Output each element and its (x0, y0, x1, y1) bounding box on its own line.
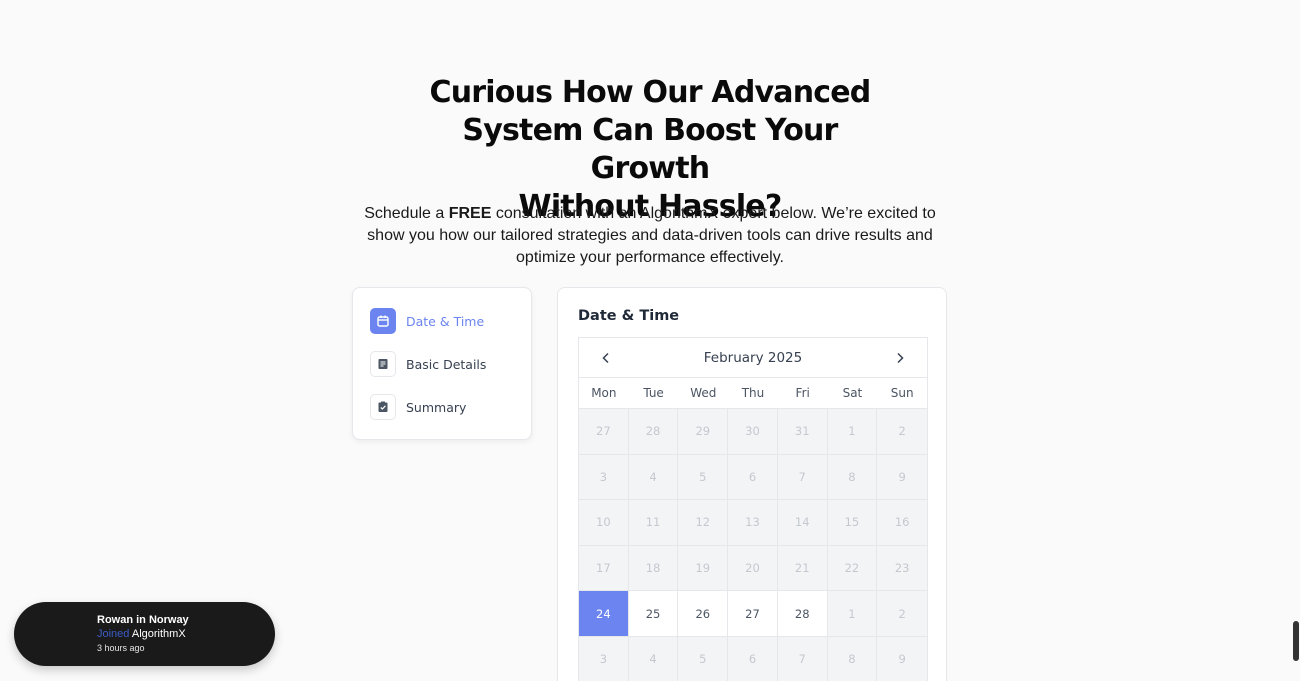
calendar-day: 15 (827, 500, 878, 546)
calendar-day: 31 (777, 409, 828, 455)
calendar-day: 11 (628, 500, 679, 546)
calendar-day: 8 (827, 636, 878, 681)
date-time-panel: Date & Time February 2025 Mon Tue Wed Th… (557, 287, 947, 681)
hero-title-line: System Can Boost Your Growth (462, 113, 838, 186)
calendar-day: 12 (678, 500, 729, 546)
weekday-label: Wed (690, 386, 717, 400)
calendar-day: 30 (728, 409, 778, 455)
calendar-day: 20 (728, 545, 778, 592)
document-icon (370, 351, 396, 377)
calendar-day: 28 (628, 409, 679, 455)
calendar-day: 3 (579, 636, 629, 681)
calendar-day: 2 (877, 409, 927, 455)
toast-name: Rowan in Norway (97, 614, 189, 626)
weekday-label: Fri (795, 386, 810, 400)
hero-title-line: Curious How Our Advanced (429, 75, 872, 110)
weekday-label: Tue (643, 386, 664, 400)
calendar-header: February 2025 (579, 338, 927, 378)
calendar-day: 14 (777, 500, 828, 546)
calendar-day[interactable]: 27 (728, 591, 778, 637)
toast-company: AlgorithmX (131, 628, 186, 640)
calendar-day: 6 (728, 454, 778, 501)
calendar-day: 3 (579, 454, 629, 501)
prev-month-button[interactable] (599, 351, 613, 365)
toast-joined: Joined (97, 628, 130, 640)
calendar-day: 23 (877, 545, 927, 592)
step-basic-details[interactable]: Basic Details (370, 351, 531, 377)
calendar-day: 9 (877, 636, 927, 681)
calendar-day: 1 (827, 591, 878, 637)
toast-time: 3 hours ago (97, 643, 145, 653)
weekday-row: Mon Tue Wed Thu Fri Sat Sun (579, 378, 927, 409)
weekday-label: Mon (591, 386, 617, 400)
panel-title: Date & Time (578, 308, 680, 324)
calendar-day: 16 (877, 500, 927, 546)
calendar-day: 6 (728, 636, 778, 681)
calendar-day: 22 (827, 545, 878, 592)
calendar: February 2025 Mon Tue Wed Thu Fri Sat Su… (578, 337, 928, 681)
calendar-day: 29 (678, 409, 729, 455)
next-month-button[interactable] (893, 351, 907, 365)
calendar-day: 4 (628, 636, 679, 681)
calendar-icon (370, 308, 396, 334)
subtitle-text: Schedule a (364, 205, 449, 222)
calendar-day: 5 (678, 636, 729, 681)
calendar-day: 13 (728, 500, 778, 546)
step-summary[interactable]: Summary (370, 394, 531, 420)
calendar-day: 8 (827, 454, 878, 501)
calendar-day: 18 (628, 545, 679, 592)
calendar-day: 1 (827, 409, 878, 455)
toast-message: Joined AlgorithmX (97, 627, 275, 641)
calendar-day[interactable]: 26 (678, 591, 729, 637)
chevron-left-icon (602, 352, 609, 363)
calendar-day: 21 (777, 545, 828, 592)
calendar-day: 9 (877, 454, 927, 501)
step-date-time[interactable]: Date & Time (370, 308, 531, 334)
scrollbar-thumb[interactable] (1293, 621, 1299, 661)
calendar-day: 19 (678, 545, 729, 592)
step-label: Basic Details (406, 356, 487, 372)
calendar-day: 4 (628, 454, 679, 501)
booking-steps: Date & Time Basic Details Summary (352, 287, 532, 440)
hero-subtitle: Schedule a FREE consultation with an Alg… (345, 203, 955, 269)
calendar-day: 7 (777, 454, 828, 501)
day-grid: 27 28 29 30 31 1 2 3 4 5 6 7 8 9 10 11 12 13 14 15 16 17 18 19 2… (579, 409, 927, 681)
calendar-day: 2 (877, 591, 927, 637)
calendar-day: 10 (579, 500, 629, 546)
social-proof-toast[interactable]: Rowan in Norway Joined AlgorithmX 3 hour… (14, 602, 275, 666)
weekday-label: Thu (741, 386, 765, 400)
month-label: February 2025 (703, 349, 803, 366)
calendar-day-selected[interactable]: 24 (579, 591, 629, 637)
weekday-label: Sun (890, 386, 914, 400)
step-label: Date & Time (406, 313, 485, 329)
calendar-day[interactable]: 28 (777, 591, 828, 637)
calendar-day: 27 (579, 409, 629, 455)
subtitle-free: FREE (448, 205, 492, 222)
calendar-day: 5 (678, 454, 729, 501)
clipboard-check-icon (370, 394, 396, 420)
weekday-label: Sat (842, 386, 863, 400)
calendar-day: 17 (579, 545, 629, 592)
calendar-day[interactable]: 25 (628, 591, 679, 637)
chevron-right-icon (897, 352, 904, 363)
calendar-day: 7 (777, 636, 828, 681)
step-label: Summary (406, 399, 467, 415)
